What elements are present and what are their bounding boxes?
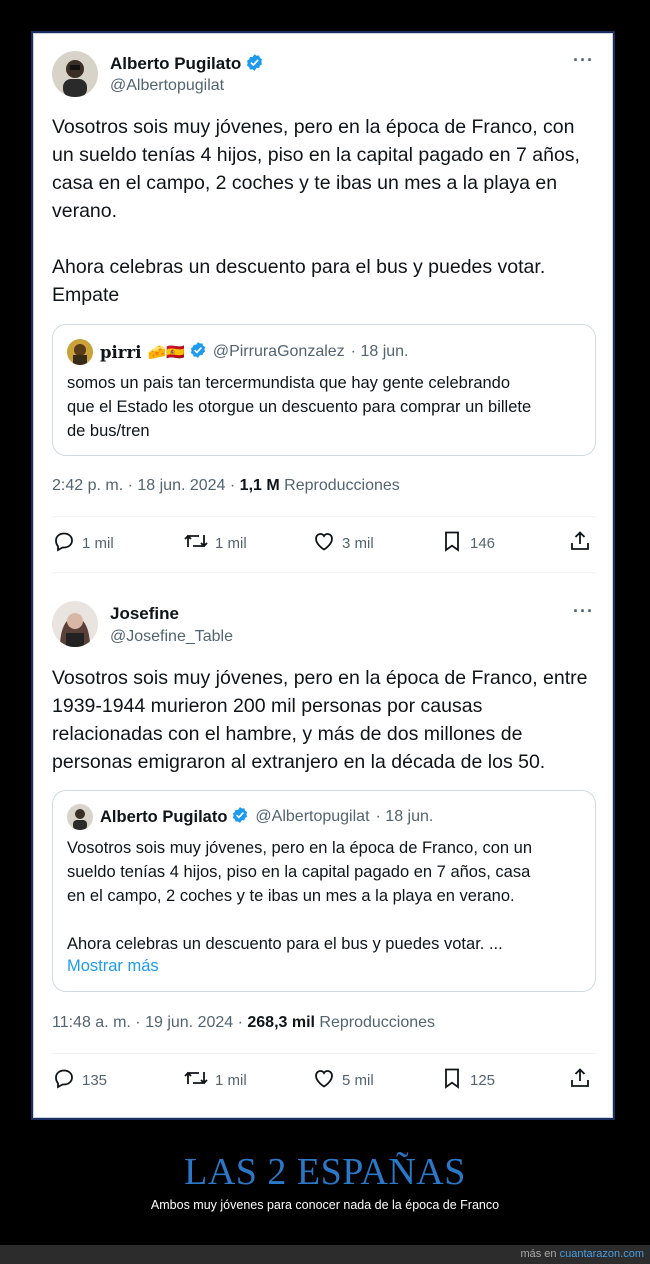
quote-avatar	[67, 339, 93, 365]
action-bar: 1 mil 1 mil 3 mil 146	[52, 529, 596, 559]
author-handle[interactable]: @Albertopugilat	[110, 77, 224, 95]
quote-emoji: 🧀🇪🇸	[147, 344, 185, 361]
bookmark-count: 146	[470, 534, 496, 552]
tweet-1: Alberto Pugilato @Albertopugilat ··· Vos…	[34, 34, 612, 574]
author-handle[interactable]: @Josefine_Table	[110, 628, 233, 646]
retweet-icon	[183, 529, 215, 557]
quote-text: Vosotros sois muy jóvenes, pero en la ép…	[67, 839, 533, 953]
share-icon	[568, 529, 598, 557]
bookmark-button[interactable]: 125	[440, 1066, 495, 1094]
avatar[interactable]	[52, 51, 98, 97]
retweet-count: 1 mil	[215, 1071, 247, 1089]
quote-text: somos un pais tan tercermundista que hay…	[67, 374, 532, 440]
quote-date: · 18 jun.	[375, 808, 434, 825]
quote-avatar	[67, 804, 93, 830]
retweet-icon	[183, 1066, 215, 1094]
tweet-text: Vosotros sois muy jóvenes, pero en la ép…	[52, 667, 588, 773]
reply-button[interactable]: 1 mil	[52, 529, 114, 557]
heart-icon	[312, 1066, 342, 1094]
show-more-link[interactable]: Mostrar más	[67, 954, 587, 978]
verified-badge-icon	[245, 53, 264, 77]
like-count: 3 mil	[342, 534, 374, 552]
quote-author-name: pirri	[100, 342, 142, 362]
more-options-icon[interactable]: ···	[573, 601, 594, 622]
avatar[interactable]	[52, 601, 98, 647]
verified-badge-icon	[231, 806, 249, 829]
quoted-tweet[interactable]: pirri 🧀🇪🇸 @PirruraGonzalez · 18 jun. som…	[52, 324, 596, 456]
bookmark-count: 125	[470, 1071, 496, 1089]
author-name[interactable]: Alberto Pugilato	[110, 53, 264, 77]
quote-author-handle: @Albertopugilat	[255, 808, 370, 825]
like-count: 5 mil	[342, 1071, 374, 1089]
bookmark-button[interactable]: 146	[440, 529, 495, 557]
tweet-text: Vosotros sois muy jóvenes, pero en la ép…	[52, 116, 580, 306]
tweet-2: Josefine @Josefine_Table ··· Vosotros so…	[34, 585, 612, 1119]
more-options-icon[interactable]: ···	[573, 50, 594, 71]
tweet-timestamp[interactable]: 11:48 a. m. · 19 jun. 2024 · 268,3 mil R…	[52, 1014, 435, 1032]
bookmark-icon	[440, 1066, 470, 1094]
verified-badge-icon	[189, 341, 207, 364]
site-footer: más en cuantarazon.com	[0, 1245, 650, 1264]
reply-count: 1 mil	[82, 534, 114, 552]
meme-headline: LAS 2 ESPAÑAS	[184, 1151, 466, 1193]
like-button[interactable]: 3 mil	[312, 529, 374, 557]
divider	[52, 572, 596, 573]
tweet-timestamp[interactable]: 2:42 p. m. · 18 jun. 2024 · 1,1 M Reprod…	[52, 477, 400, 495]
bookmark-icon	[440, 529, 470, 557]
retweet-button[interactable]: 1 mil	[183, 529, 247, 557]
retweet-button[interactable]: 1 mil	[183, 1066, 247, 1094]
quote-date: · 18 jun.	[350, 343, 409, 360]
reply-icon	[52, 1066, 82, 1094]
action-bar: 135 1 mil 5 mil 125	[52, 1066, 596, 1096]
meme-caption: Ambos muy jóvenes para conocer nada de l…	[150, 1198, 500, 1212]
footer-credit[interactable]: más en cuantarazon.com	[520, 1248, 644, 1260]
heart-icon	[312, 529, 342, 557]
like-button[interactable]: 5 mil	[312, 1066, 374, 1094]
divider	[52, 1053, 596, 1054]
reply-count: 135	[82, 1071, 108, 1089]
divider	[52, 516, 596, 517]
quote-author-handle: @PirruraGonzalez	[212, 343, 345, 360]
share-icon	[568, 1066, 598, 1094]
quoted-tweet[interactable]: Alberto Pugilato @Albertopugilat · 18 ju…	[52, 790, 596, 992]
reply-button[interactable]: 135	[52, 1066, 107, 1094]
share-button[interactable]	[568, 529, 598, 557]
quote-author-name: Alberto Pugilato	[100, 807, 228, 826]
reply-icon	[52, 529, 82, 557]
retweet-count: 1 mil	[215, 534, 247, 552]
share-button[interactable]	[568, 1066, 598, 1094]
author-name[interactable]: Josefine	[110, 604, 179, 624]
screenshot-card: Alberto Pugilato @Albertopugilat ··· Vos…	[31, 31, 615, 1120]
